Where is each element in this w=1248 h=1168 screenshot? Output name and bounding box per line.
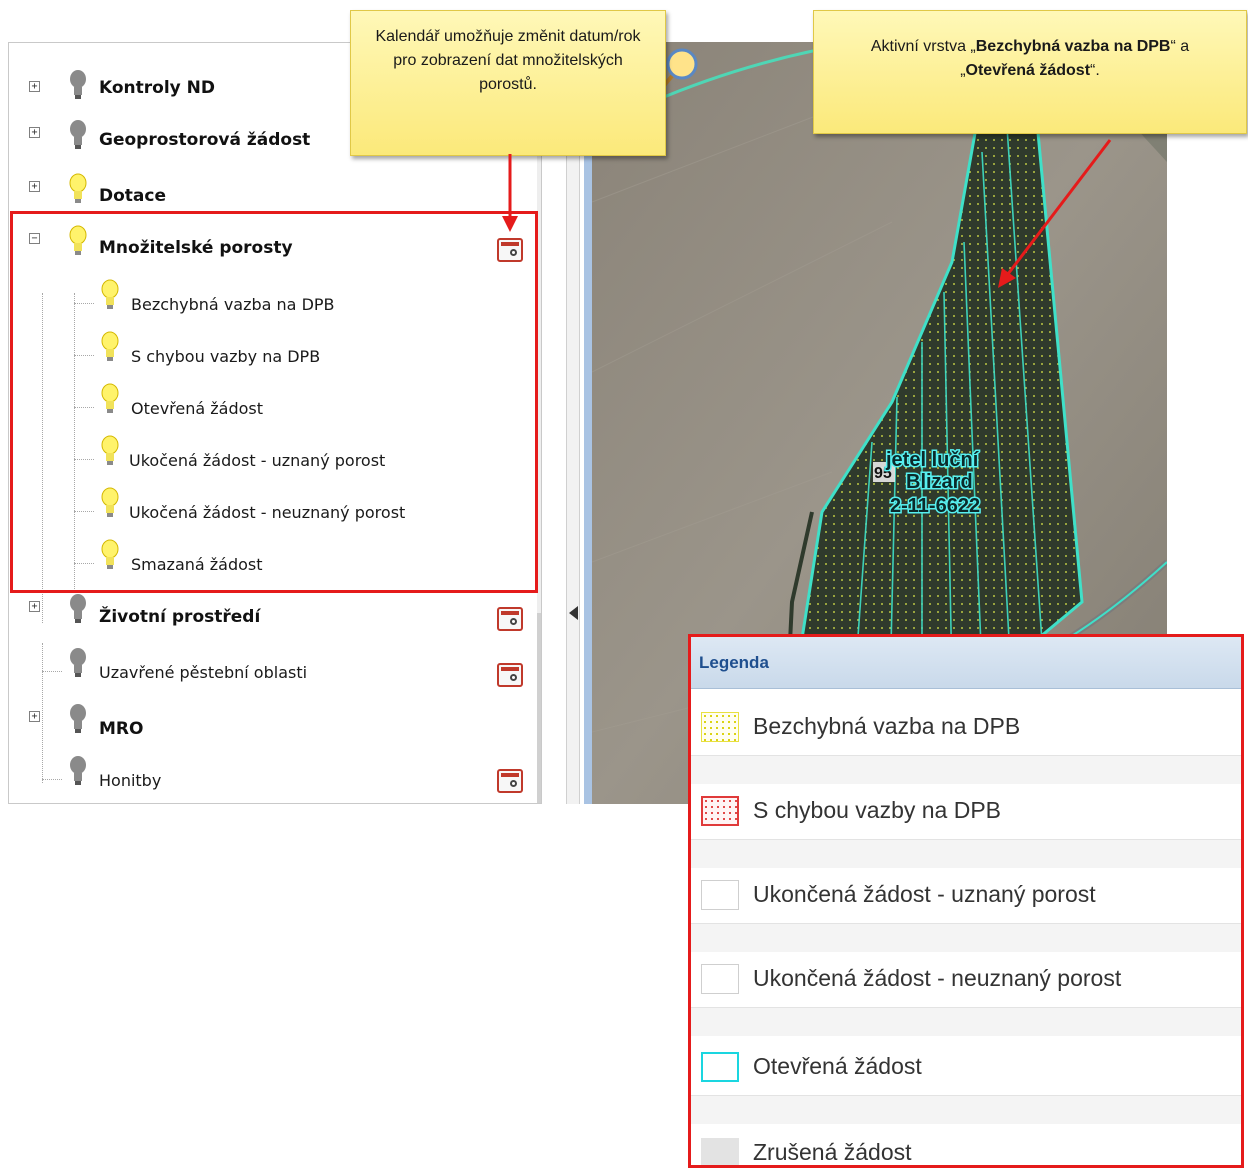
tree-group-mro[interactable]: + MRO	[9, 703, 529, 755]
highlight-box-group	[10, 211, 538, 593]
expand-icon[interactable]: +	[29, 601, 40, 612]
callout-text: Aktivní vrstva „	[870, 38, 976, 55]
tree-group-label[interactable]: Životní prostředí	[99, 607, 260, 627]
calendar-icon[interactable]	[497, 769, 523, 793]
bulb-off-icon[interactable]	[67, 647, 89, 679]
panel-splitter[interactable]	[566, 42, 580, 804]
expand-icon[interactable]: +	[29, 81, 40, 92]
legend-item-label: S chybou vazby na DPB	[753, 797, 1002, 823]
legend-divider	[691, 1095, 1241, 1124]
legend-panel: Legenda Bezchybná vazba na DPB S chybou …	[688, 634, 1244, 1168]
legend-item: Ukončená žádost - neuznaný porost	[691, 951, 1241, 1007]
red-dots-swatch-icon	[701, 796, 739, 826]
legend-item-label: Ukončená žádost - neuznaný porost	[753, 965, 1122, 991]
legend-divider	[691, 1007, 1241, 1036]
bulb-off-icon[interactable]	[67, 119, 89, 151]
callout-active-layer: Aktivní vrstva „Bezchybná vazba na DPB“ …	[813, 10, 1247, 134]
legend-title: Legenda	[699, 653, 769, 672]
arrow-calendar	[502, 154, 518, 232]
calendar-icon[interactable]	[497, 663, 523, 687]
cyan-outline-swatch-icon	[701, 1052, 739, 1082]
legend-item: Zrušená žádost	[691, 1125, 1241, 1165]
legend-item-label: Ukončená žádost - uznaný porost	[753, 881, 1096, 907]
callout-calendar: Kalendář umožňuje změnit datum/rok pro z…	[350, 10, 666, 156]
bulb-off-icon[interactable]	[67, 69, 89, 101]
tree-leaf-label[interactable]: Honitby	[99, 771, 161, 790]
tree-group-label[interactable]: MRO	[99, 719, 143, 739]
bulb-off-icon[interactable]	[67, 703, 89, 735]
parcel-label-crop: jetel luční	[885, 449, 980, 471]
tree-group-label[interactable]: Kontroly ND	[99, 78, 215, 98]
tree-leaf-label[interactable]: Uzavřené pěstební oblasti	[99, 663, 307, 682]
legend-item-label: Zrušená žádost	[753, 1139, 912, 1165]
callout-layer-2: Otevřená žádost	[965, 62, 1091, 79]
tree-group-label[interactable]: Geoprostorová žádost	[99, 130, 310, 150]
expand-icon[interactable]: +	[29, 711, 40, 722]
legend-item: S chybou vazby na DPB	[691, 783, 1241, 839]
parcel-label-code: 2-11-6622	[890, 495, 980, 517]
tree-group-label[interactable]: Dotace	[99, 186, 166, 206]
legend-item: Bezchybná vazba na DPB	[691, 699, 1241, 755]
legend-divider	[691, 839, 1241, 868]
arrow-active-layer	[998, 139, 1112, 288]
legend-item-label: Otevřená žádost	[753, 1053, 922, 1079]
bulb-off-icon[interactable]	[67, 593, 89, 625]
tree-leaf-uzavrene-pestebni-oblasti[interactable]: Uzavřené pěstební oblasti	[9, 647, 529, 699]
expand-icon[interactable]: +	[29, 127, 40, 138]
tree-leaf-honitby[interactable]: Honitby	[9, 755, 529, 803]
parcel-label-variety: Blizard	[906, 471, 973, 493]
callout-text: “.	[1090, 62, 1100, 79]
tree-scrollbar-thumb[interactable]	[537, 613, 541, 803]
legend-divider	[691, 923, 1241, 952]
bulb-on-icon[interactable]	[67, 173, 89, 205]
empty-swatch-icon	[701, 880, 739, 910]
legend-item: Ukončená žádost - uznaný porost	[691, 867, 1241, 923]
grey-fill-swatch-icon	[701, 1138, 739, 1165]
expand-icon[interactable]: +	[29, 181, 40, 192]
collapse-arrow-icon[interactable]	[569, 606, 578, 620]
map-border	[584, 42, 592, 804]
legend-item-label: Bezchybná vazba na DPB	[753, 713, 1021, 739]
calendar-icon[interactable]	[497, 607, 523, 631]
callout-calendar-text: Kalendář umožňuje změnit datum/rok pro z…	[375, 28, 641, 93]
legend-divider	[691, 755, 1241, 784]
callout-layer-1: Bezchybná vazba na DPB	[975, 38, 1171, 55]
legend-item: Otevřená žádost	[691, 1039, 1241, 1095]
bulb-off-icon[interactable]	[67, 755, 89, 787]
empty-swatch-icon	[701, 964, 739, 994]
tree-group-zivotni-prostredi[interactable]: + Životní prostředí	[9, 593, 529, 645]
legend-header: Legenda	[691, 637, 1241, 689]
yellow-dots-swatch-icon	[701, 712, 739, 742]
